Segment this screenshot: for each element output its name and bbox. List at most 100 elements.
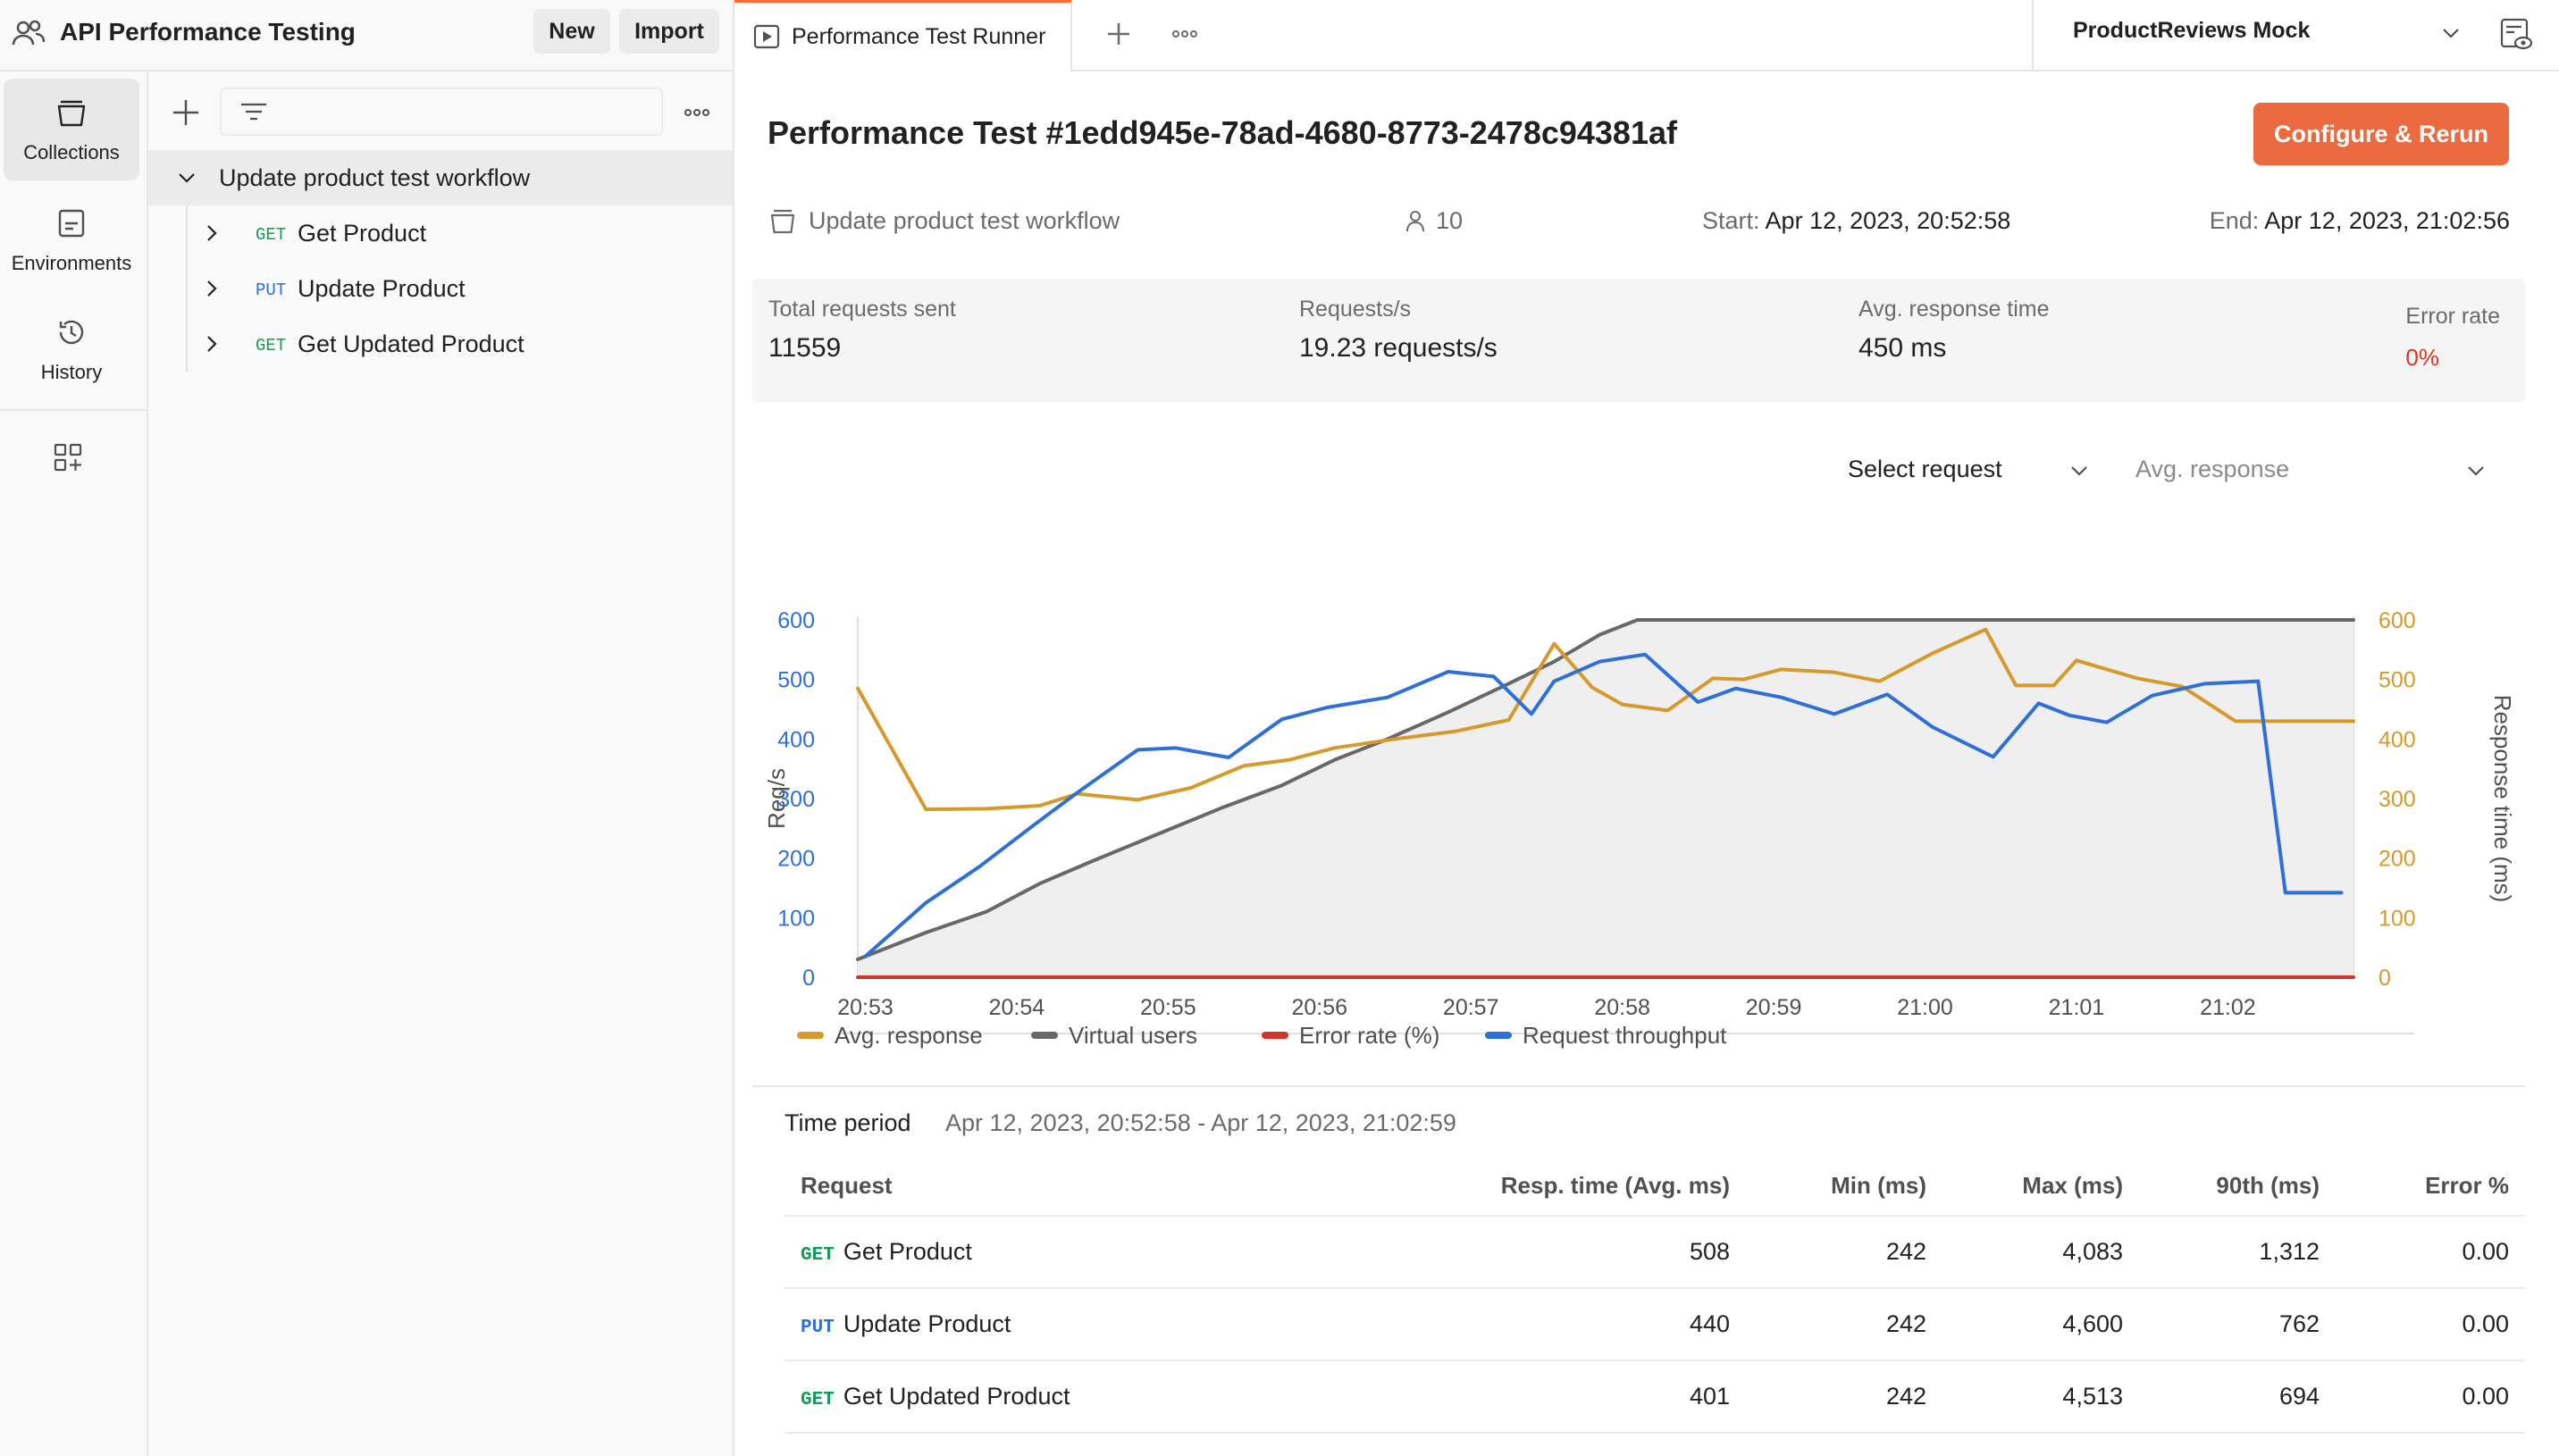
- table-row[interactable]: GET Get Updated Product 401 242 4,513 694…: [784, 1361, 2525, 1434]
- configure-rerun-button[interactable]: Configure & Rerun: [2253, 103, 2509, 165]
- end-label: End:: [2209, 207, 2260, 234]
- add-collection-icon[interactable]: [168, 95, 204, 130]
- left-rail: Collections Environments History: [0, 71, 148, 1456]
- method-badge: GET: [256, 336, 287, 356]
- right-tick-label: 500: [2379, 668, 2416, 693]
- legend-item[interactable]: Error rate (%): [1262, 1022, 1439, 1050]
- start-value: Apr 12, 2023, 20:52:58: [1765, 207, 2011, 234]
- table-row[interactable]: PUT Update Product 440 242 4,600 762 0.00: [784, 1289, 2525, 1361]
- stat-label: Error rate: [2405, 304, 2500, 329]
- col-header-request: Request: [801, 1172, 893, 1199]
- collections-sidebar: Update product test workflow GET Get Pro…: [148, 71, 734, 1456]
- avg-cell: 440: [1689, 1310, 1730, 1337]
- request-name: Update Product: [843, 1310, 1011, 1337]
- legend-item[interactable]: Avg. response: [797, 1022, 983, 1050]
- search-collections-input[interactable]: [220, 88, 663, 136]
- select-metric-dropdown[interactable]: Avg. response: [2135, 450, 2511, 490]
- chevron-right-icon[interactable]: [198, 220, 225, 247]
- max-cell: 4,083: [2062, 1238, 2123, 1265]
- tab-bar: Performance Test Runner ProductReviews M…: [734, 0, 2559, 71]
- rail-item-collections[interactable]: Collections: [4, 79, 139, 180]
- page-title: Performance Test #1edd945e-78ad-4680-877…: [768, 114, 1677, 151]
- select-metric-label: Avg. response: [2135, 456, 2290, 482]
- tab-performance-runner[interactable]: Performance Test Runner: [734, 0, 1072, 71]
- chevron-down-icon: [2071, 466, 2087, 476]
- run-collection-link[interactable]: Update product test workflow: [809, 207, 1120, 235]
- workspace-header: API Performance Testing New Import: [0, 0, 734, 71]
- time-period-value: Apr 12, 2023, 20:52:58 - Apr 12, 2023, 2…: [945, 1109, 1456, 1136]
- avg-cell: 508: [1689, 1238, 1730, 1265]
- more-options-icon[interactable]: [679, 95, 715, 130]
- stat-value: 19.23 requests/s: [1299, 333, 1498, 363]
- rail-divider: [0, 409, 147, 411]
- left-tick-label: 600: [777, 608, 815, 633]
- environment-quick-look-icon[interactable]: [2496, 14, 2536, 54]
- legend-label: Error rate (%): [1299, 1022, 1440, 1049]
- left-tick-label: 0: [802, 966, 815, 991]
- rail-item-history[interactable]: History: [4, 298, 139, 400]
- collection-name: Update product test workflow: [219, 164, 531, 191]
- add-tab-icon[interactable]: [1099, 14, 1138, 54]
- right-axis-label: Response time (ms): [2489, 695, 2516, 903]
- configure-sidebar-icon[interactable]: [50, 439, 86, 475]
- environment-selector[interactable]: ProductReviews Mock: [2032, 0, 2480, 71]
- stat-label: Total requests sent: [768, 297, 956, 322]
- chevron-down-icon[interactable]: [173, 164, 200, 191]
- request-item[interactable]: PUT Update Product: [148, 261, 733, 316]
- right-tick-label: 600: [2379, 608, 2416, 633]
- legend-swatch: [1262, 1032, 1288, 1040]
- legend-swatch: [1031, 1032, 1058, 1040]
- right-axis-ticks: 0 100 200 300 400 500 600: [2379, 608, 2416, 991]
- chevron-down-icon: [2468, 466, 2484, 476]
- avg-cell: 401: [1689, 1383, 1730, 1410]
- legend-label: Virtual users: [1069, 1022, 1198, 1049]
- left-tick-label: 200: [777, 847, 815, 872]
- method-badge: PUT: [256, 280, 287, 300]
- p90-cell: 694: [2278, 1383, 2320, 1410]
- collection-item[interactable]: Update product test workflow: [148, 150, 733, 205]
- request-cell: GET Get Product: [801, 1238, 972, 1266]
- select-request-label: Select request: [1848, 456, 2002, 482]
- col-header-error: Error %: [2425, 1172, 2509, 1199]
- team-icon: [12, 20, 46, 46]
- right-tick-label: 300: [2379, 787, 2416, 812]
- rail-label: Environments: [11, 252, 132, 274]
- request-name: Get Updated Product: [843, 1383, 1070, 1410]
- right-tick-label: 400: [2379, 727, 2416, 752]
- table-row[interactable]: GET Get Product 508 242 4,083 1,312 0.00: [784, 1217, 2525, 1289]
- legend-swatch: [797, 1032, 824, 1040]
- tab-label: Performance Test Runner: [792, 24, 1046, 49]
- performance-chart: 0100200300400500600 0100200300400500600 …: [763, 608, 2516, 1034]
- x-tick-label: 20:55: [1140, 995, 1196, 1020]
- left-tick-label: 100: [777, 906, 815, 931]
- legend-item[interactable]: Request throughput: [1485, 1022, 1726, 1050]
- workspace-title[interactable]: API Performance Testing: [60, 18, 356, 46]
- chevron-right-icon[interactable]: [198, 275, 225, 302]
- import-button[interactable]: Import: [619, 9, 719, 54]
- x-tick-label: 20:54: [989, 995, 1045, 1020]
- stat-error-rate: Error rate 0%: [2405, 304, 2500, 372]
- legend-label: Request throughput: [1523, 1022, 1727, 1049]
- run-meta: Update product test workflow 10 Start: A…: [768, 204, 2510, 239]
- left-axis-label: Req/s: [763, 768, 790, 829]
- environment-name: ProductReviews Mock: [2073, 18, 2311, 43]
- rail-item-environments[interactable]: Environments: [4, 189, 139, 291]
- select-request-dropdown[interactable]: Select request: [1848, 450, 2116, 490]
- left-tick-label: 500: [777, 668, 815, 693]
- x-tick-label: 20:57: [1443, 995, 1499, 1020]
- virtual-users-count: 10: [1436, 207, 1464, 234]
- request-item[interactable]: GET Get Updated Product: [148, 316, 733, 372]
- more-tabs-icon[interactable]: [1165, 14, 1204, 54]
- end-value: Apr 12, 2023, 21:02:56: [2264, 207, 2510, 234]
- history-icon: [59, 320, 84, 345]
- collections-icon: [57, 100, 86, 127]
- chevron-right-icon[interactable]: [198, 331, 225, 357]
- x-tick-label: 20:58: [1594, 995, 1650, 1020]
- new-button[interactable]: New: [533, 9, 610, 54]
- right-tick-label: 0: [2379, 966, 2391, 991]
- stat-value: 0%: [2405, 344, 2439, 371]
- legend-item[interactable]: Virtual users: [1031, 1022, 1197, 1050]
- request-cell: PUT Update Product: [801, 1310, 1011, 1338]
- request-item[interactable]: GET Get Product: [148, 205, 733, 261]
- chevron-down-icon: [2443, 29, 2459, 38]
